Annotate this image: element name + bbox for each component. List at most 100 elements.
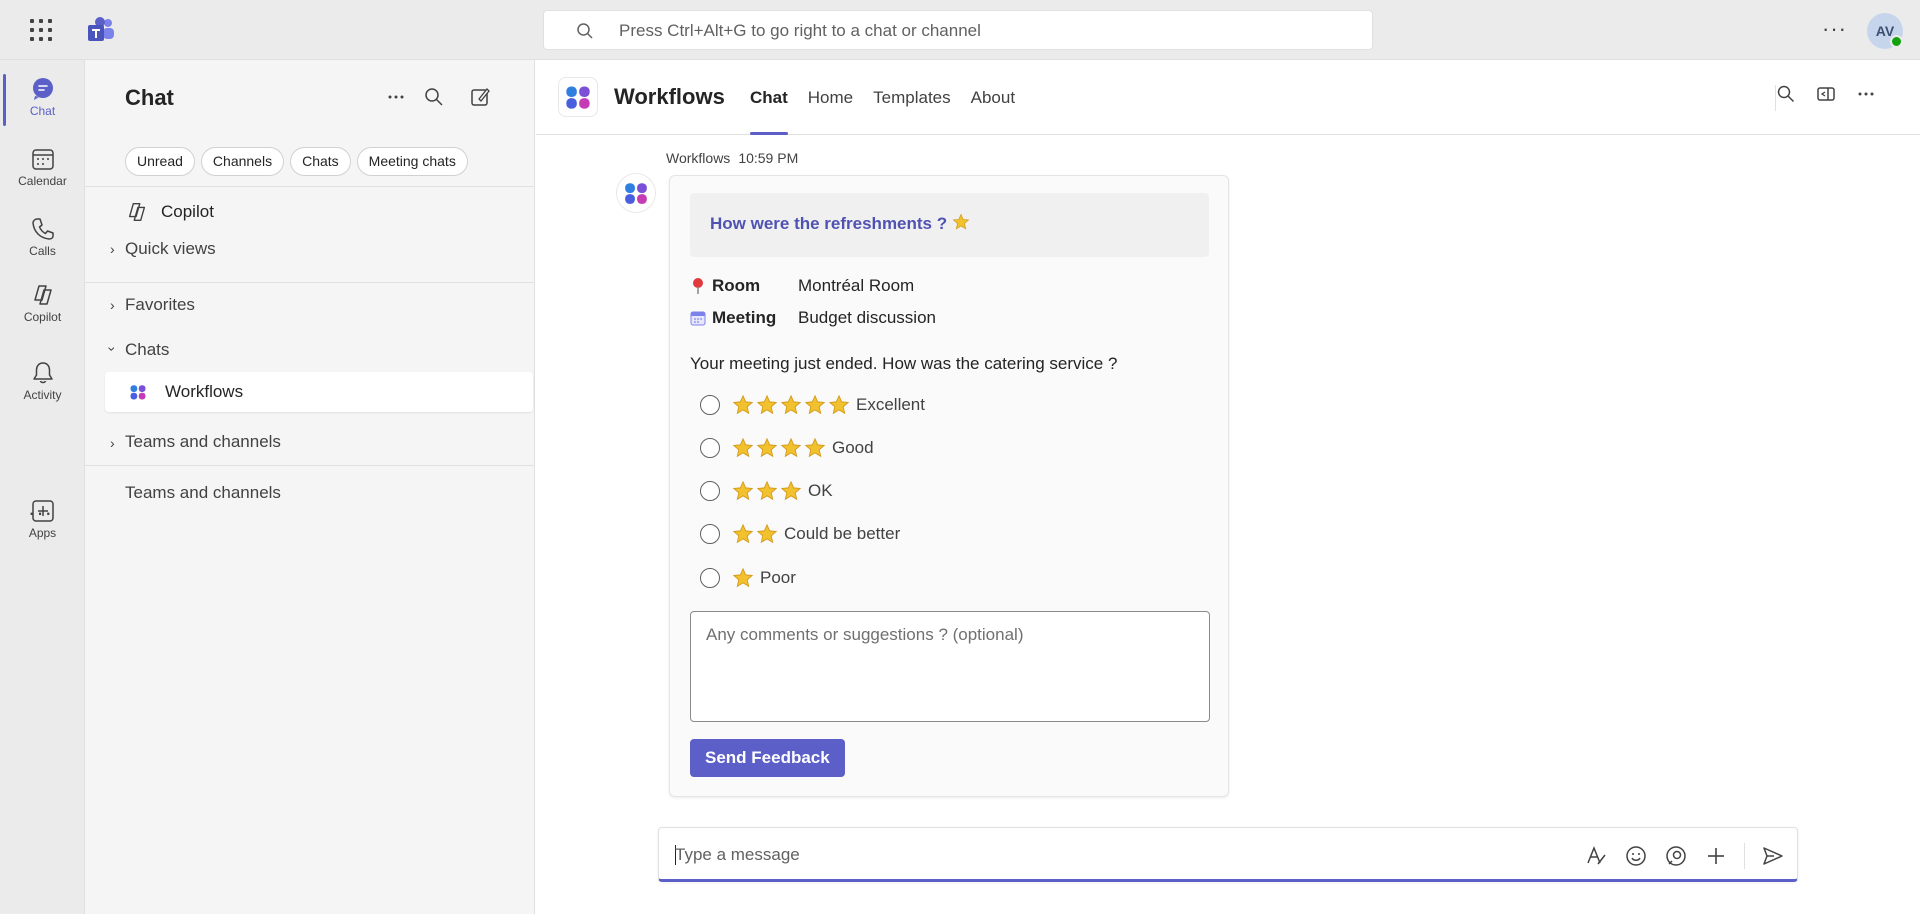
radio-button[interactable] xyxy=(700,438,720,458)
compose-box[interactable]: Type a message xyxy=(658,827,1798,882)
rail-label-copilot: Copilot xyxy=(23,310,62,324)
rail-label-calendar: Calendar xyxy=(18,174,67,188)
message-sender: Workflows xyxy=(666,150,731,166)
bell-icon xyxy=(32,362,53,384)
tab-templates[interactable]: Templates xyxy=(873,88,950,135)
star-icon xyxy=(732,480,754,501)
chats-section[interactable]: Chats xyxy=(125,340,169,360)
presence-available-icon xyxy=(1890,35,1903,48)
app-launcher-icon[interactable] xyxy=(30,19,52,41)
teams-logo-icon xyxy=(88,17,114,41)
favorites-section[interactable]: Favorites xyxy=(125,295,195,315)
filter-unread[interactable]: Unread xyxy=(125,147,195,176)
chat-list-panel: Chat Unread Channels Chats Meeting chats… xyxy=(85,60,535,914)
star-icon xyxy=(756,480,778,501)
rating-option[interactable]: Poor xyxy=(700,567,796,589)
star-icon xyxy=(780,394,802,415)
quick-views-section[interactable]: Quick views xyxy=(125,239,216,259)
chevron-right-icon[interactable]: › xyxy=(110,241,115,257)
header-actions xyxy=(1776,84,1876,104)
star-icon xyxy=(828,394,850,415)
app-title: Workflows xyxy=(614,84,725,109)
star-icon xyxy=(780,480,802,501)
more-options-icon[interactable] xyxy=(1856,84,1876,104)
more-options-icon[interactable] xyxy=(385,86,407,108)
loop-icon[interactable] xyxy=(1664,844,1688,868)
rating-option-label: Could be better xyxy=(784,524,901,543)
radio-button[interactable] xyxy=(700,568,720,588)
panel-toolbar xyxy=(385,86,501,108)
fact-value: Budget discussion xyxy=(798,308,936,327)
compose-toolbar xyxy=(1584,843,1785,869)
radio-button[interactable] xyxy=(700,481,720,501)
filter-channels[interactable]: Channels xyxy=(200,147,285,176)
rail-item-copilot[interactable]: Copilot xyxy=(0,274,85,334)
chevron-right-icon[interactable]: › xyxy=(110,297,115,313)
star-icon xyxy=(952,213,970,230)
rail-item-apps[interactable]: Apps xyxy=(0,490,85,550)
rating-option[interactable]: OK xyxy=(700,480,833,502)
fact-key: Meeting xyxy=(712,308,777,327)
card-banner: How were the refreshments ? xyxy=(690,193,1209,257)
chat-header: Workflows Chat Home Templates About xyxy=(536,60,1920,135)
rail-item-chat[interactable]: Chat xyxy=(0,68,85,128)
plus-icon[interactable] xyxy=(1704,844,1728,868)
filter-meeting-chats[interactable]: Meeting chats xyxy=(356,147,468,176)
star-icon xyxy=(732,437,754,458)
star-icon xyxy=(732,394,754,415)
rating-option-label: Poor xyxy=(760,568,796,587)
compose-placeholder: Type a message xyxy=(675,845,800,864)
emoji-icon[interactable] xyxy=(1624,844,1648,868)
chevron-right-icon[interactable]: › xyxy=(110,435,115,451)
rating-option[interactable]: Good xyxy=(700,437,874,459)
star-icon xyxy=(732,523,754,544)
star-icon xyxy=(804,394,826,415)
search-icon[interactable] xyxy=(1776,84,1796,104)
star-rating xyxy=(732,394,850,416)
tab-chat[interactable]: Chat xyxy=(750,88,788,135)
copilot-label: Copilot xyxy=(161,202,214,221)
star-rating xyxy=(732,480,802,502)
radio-button[interactable] xyxy=(700,395,720,415)
format-icon[interactable] xyxy=(1584,844,1608,868)
rail-item-calendar[interactable]: Calendar xyxy=(0,138,85,198)
search-input[interactable]: Press Ctrl+Alt+G to go right to a chat o… xyxy=(543,10,1373,50)
rating-option[interactable]: Could be better xyxy=(700,523,900,545)
search-icon xyxy=(577,23,593,39)
fact-meeting: Meeting Budget discussion xyxy=(690,308,936,328)
side-panel-icon[interactable] xyxy=(1816,84,1836,104)
chat-item-workflows[interactable]: Workflows xyxy=(105,372,533,412)
send-feedback-button[interactable]: Send Feedback xyxy=(690,739,845,777)
teams-channels-footer[interactable]: Teams and channels xyxy=(125,483,281,503)
fact-room: Room Montréal Room xyxy=(690,276,914,296)
chevron-down-icon[interactable]: › xyxy=(104,347,120,352)
rating-option-label: Excellent xyxy=(856,395,925,414)
filter-chats[interactable]: Chats xyxy=(290,147,351,176)
message-time: 10:59 PM xyxy=(738,150,799,166)
plus-square-icon xyxy=(31,500,54,522)
rail-item-calls[interactable]: Calls xyxy=(0,208,85,268)
rail-label-apps: Apps xyxy=(28,526,57,540)
send-icon[interactable] xyxy=(1761,844,1785,868)
comment-placeholder: Any comments or suggestions ? (optional) xyxy=(706,625,1024,644)
radio-button[interactable] xyxy=(700,524,720,544)
rating-option-label: OK xyxy=(808,481,833,500)
teams-channels-section[interactable]: Teams and channels xyxy=(125,432,281,452)
divider xyxy=(1744,843,1745,869)
tab-about[interactable]: About xyxy=(971,88,1015,135)
new-chat-icon[interactable] xyxy=(461,86,501,108)
star-rating xyxy=(732,437,826,459)
fact-key: Room xyxy=(712,276,761,295)
top-bar: Press Ctrl+Alt+G to go right to a chat o… xyxy=(0,0,1920,60)
workflows-icon xyxy=(625,183,647,204)
search-icon[interactable] xyxy=(423,86,445,108)
pin-icon xyxy=(693,278,703,294)
bot-avatar[interactable] xyxy=(616,173,656,213)
rating-option[interactable]: Excellent xyxy=(700,394,925,416)
more-options-icon[interactable]: ··· xyxy=(1822,16,1847,42)
tab-home[interactable]: Home xyxy=(808,88,853,135)
rail-item-activity[interactable]: Activity xyxy=(0,352,85,412)
copilot-item[interactable]: Copilot xyxy=(125,200,214,224)
star-rating xyxy=(732,523,778,545)
comment-input[interactable]: Any comments or suggestions ? (optional) xyxy=(690,611,1210,722)
